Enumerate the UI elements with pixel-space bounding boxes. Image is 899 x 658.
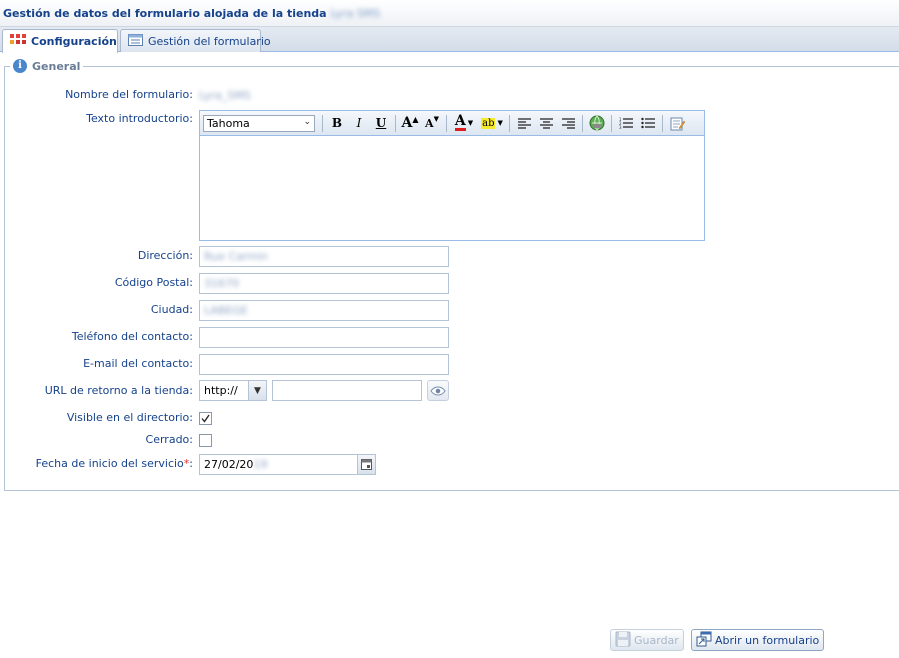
intro-text-editor: Tahoma ⌄ B I U A ▲ A ▼ A ▼ ab ▼ 1 2 3 <box>199 110 705 241</box>
start-date-input[interactable]: 27/02/2019 <box>199 454 376 475</box>
source-edit-icon <box>670 117 685 130</box>
toolbar-separator <box>582 114 583 132</box>
save-button[interactable]: Guardar <box>610 629 684 651</box>
open-form-button-label: Abrir un formulario <box>715 633 820 647</box>
tab-strip: Configuración Gestión del formulario <box>0 27 899 53</box>
highlight-color-button[interactable]: ab ▼ <box>479 114 505 132</box>
city-value: LABEGE <box>204 304 248 317</box>
floppy-disk-icon <box>615 631 631 650</box>
postal-code-value: 31670 <box>204 277 239 290</box>
font-color-button[interactable]: A ▼ <box>451 114 477 132</box>
underline-button[interactable]: U <box>371 114 391 132</box>
italic-button[interactable]: I <box>349 114 369 132</box>
unordered-list-button[interactable] <box>638 114 658 132</box>
tab-configuracion[interactable]: Configuración <box>2 29 118 53</box>
start-date-label-text: Fecha de inicio del servicio <box>35 457 184 470</box>
form-name-value: Lyra_SMS <box>199 89 251 102</box>
checkmark-icon <box>201 414 210 423</box>
caret-down-icon: ▼ <box>467 119 474 127</box>
email-label: E-mail del contacto: <box>83 357 193 370</box>
toolbar-separator <box>395 114 396 132</box>
open-form-button[interactable]: Abrir un formulario <box>691 629 824 651</box>
return-url-input[interactable] <box>272 380 422 401</box>
bullet-list-icon <box>641 117 655 129</box>
bold-button[interactable]: B <box>327 114 347 132</box>
font-family-value: Tahoma <box>207 116 250 130</box>
eye-icon <box>430 385 446 396</box>
source-edit-button[interactable] <box>667 114 687 132</box>
start-date-label: Fecha de inicio del servicio*: <box>36 457 193 470</box>
align-right-button[interactable] <box>558 114 578 132</box>
toolbar-separator <box>611 114 612 132</box>
page-title: Gestión de datos del formulario alojada … <box>3 7 380 20</box>
page-title-text: Gestión de datos del formulario alojada … <box>3 7 327 20</box>
chevron-down-icon: ▼ <box>248 381 266 400</box>
align-right-icon <box>561 117 575 129</box>
protocol-select[interactable]: http:// ▼ <box>199 380 267 401</box>
phone-input[interactable] <box>199 327 449 348</box>
align-left-icon <box>517 117 531 129</box>
font-color-glyph: A <box>454 113 466 131</box>
toolbar-separator <box>662 114 663 132</box>
email-input[interactable] <box>199 354 449 375</box>
tab-gestion-formulario-label: Gestión del formulario <box>148 34 271 48</box>
grow-font-button[interactable]: A ▲ <box>400 114 420 132</box>
postal-code-label: Código Postal: <box>114 276 193 289</box>
shrink-font-button[interactable]: A ▼ <box>422 114 442 132</box>
form-name-label: Nombre del formulario: <box>65 88 193 101</box>
shrink-font-glyph: A <box>425 116 434 130</box>
city-label: Ciudad: <box>150 303 193 316</box>
toolbar-separator <box>446 114 447 132</box>
form-list-icon <box>128 33 143 49</box>
calendar-button[interactable] <box>357 455 375 474</box>
insert-link-button[interactable] <box>587 114 607 132</box>
postal-code-input[interactable]: 31670 <box>199 273 449 294</box>
svg-text:3: 3 <box>619 125 622 129</box>
font-family-select[interactable]: Tahoma ⌄ <box>203 114 315 132</box>
calendar-icon <box>361 459 372 470</box>
address-value: Rue Carmin <box>204 250 268 263</box>
city-input[interactable]: LABEGE <box>199 300 449 321</box>
arrow-down-icon: ▼ <box>433 115 439 123</box>
align-center-icon <box>539 117 553 129</box>
align-left-button[interactable] <box>514 114 534 132</box>
window-title-bar: Gestión de datos del formulario alojada … <box>0 0 899 27</box>
caret-down-icon: ▼ <box>497 119 503 127</box>
tab-gestion-formulario[interactable]: Gestión del formulario <box>120 29 271 52</box>
tab-configuracion-label: Configuración <box>31 35 117 48</box>
start-date-label-colon: : <box>189 457 193 470</box>
editor-toolbar: Tahoma ⌄ B I U A ▲ A ▼ A ▼ ab ▼ 1 2 3 <box>200 111 704 136</box>
toolbar-separator <box>322 114 323 132</box>
toolbar-separator <box>509 114 510 132</box>
visible-label: Visible en el directorio: <box>66 411 193 424</box>
ordered-list-icon: 123 <box>619 117 633 129</box>
phone-label: Teléfono del contacto: <box>71 330 193 343</box>
visible-checkbox[interactable] <box>199 412 212 425</box>
grow-font-glyph: A <box>401 115 413 131</box>
shop-name: Lyra SMS <box>330 7 381 20</box>
grid-icon <box>10 34 26 49</box>
intro-text-label: Texto introductorio: <box>86 112 193 125</box>
globe-link-icon <box>589 115 605 131</box>
address-label: Dirección: <box>137 249 193 262</box>
chevron-down-icon: ⌄ <box>303 116 311 127</box>
open-window-icon <box>696 631 712 650</box>
info-icon: i <box>13 59 27 73</box>
highlight-glyph: ab <box>481 117 496 129</box>
closed-label: Cerrado: <box>145 433 193 446</box>
arrow-up-icon: ▲ <box>412 114 419 124</box>
general-legend-label: General <box>32 59 81 73</box>
general-legend: i General <box>10 59 84 73</box>
start-date-value-suffix: 19 <box>253 458 268 471</box>
closed-checkbox[interactable] <box>199 434 212 447</box>
preview-url-button[interactable] <box>427 380 449 401</box>
ordered-list-button[interactable]: 123 <box>616 114 636 132</box>
return-url-label: URL de retorno a la tienda: <box>44 384 193 397</box>
align-center-button[interactable] <box>536 114 556 132</box>
address-input[interactable]: Rue Carmin <box>199 246 449 267</box>
start-date-value-prefix: 27/02/20 <box>204 458 254 471</box>
protocol-value: http:// <box>204 384 238 397</box>
save-button-label: Guardar <box>634 633 679 647</box>
